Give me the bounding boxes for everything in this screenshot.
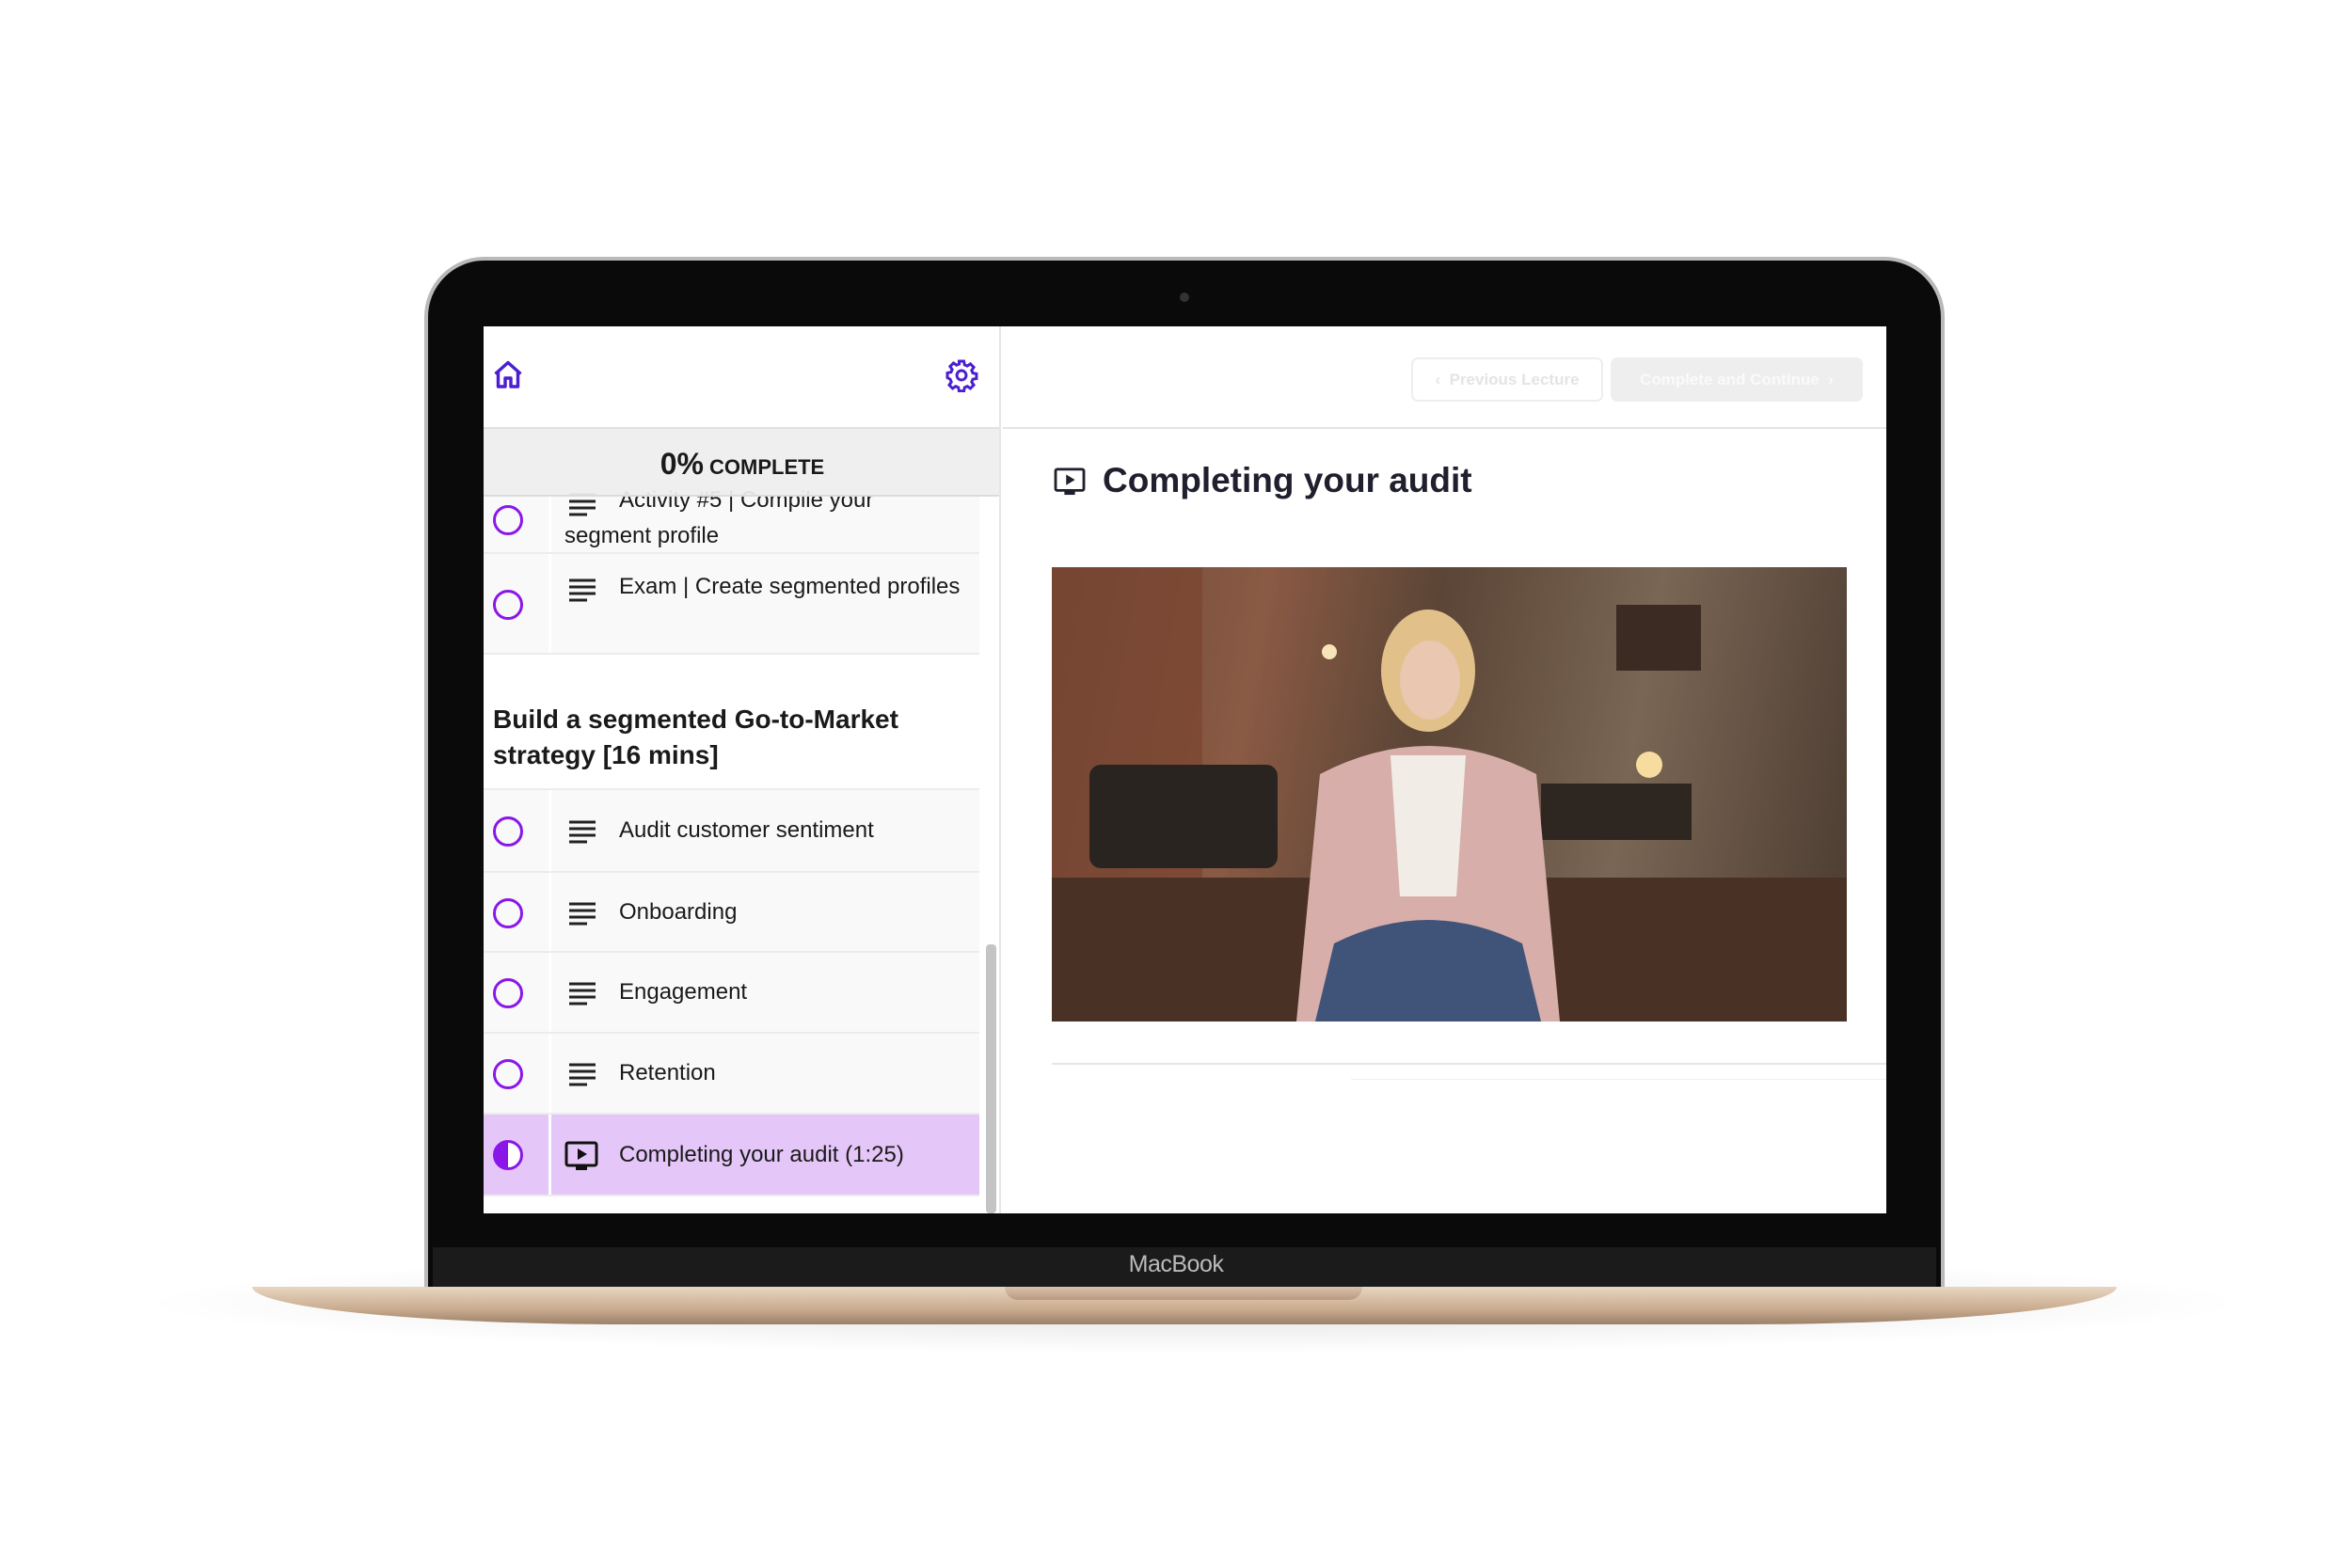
complete-continue-label: Complete and Continue [1640,371,1820,388]
video-icon [1054,467,1086,496]
course-sidebar: 0% COMPLETE Activity #5 | Compile your se… [484,326,1001,1213]
camera [1180,293,1189,302]
lecture-title: Completing your audit [1103,461,1472,499]
previous-lecture-label: Previous Lecture [1449,371,1580,388]
divider [548,1034,551,1113]
divider [1052,1063,1886,1065]
video-frame [1052,567,1847,1022]
divider [548,1115,551,1195]
previous-lecture-button[interactable]: ‹ Previous Lecture [1411,357,1603,402]
status-circle-icon [493,1059,523,1089]
lecture-item-active[interactable]: Completing your audit (1:25) [484,1115,979,1196]
section-heading: Build a segmented Go-to-Market strategy … [484,655,979,790]
sidebar-scrollbar[interactable] [986,944,996,1213]
screen: 0% COMPLETE Activity #5 | Compile your se… [484,326,1886,1213]
progress-percent: 0% [660,447,704,481]
progress-label: COMPLETE [709,455,825,479]
lecture-label: Engagement [619,979,748,1005]
progress-indicator: 0% COMPLETE [484,429,999,497]
sidebar-header [484,326,999,429]
divider [548,554,551,653]
lecture-item[interactable]: Onboarding [484,873,979,953]
gear-icon[interactable] [945,358,978,392]
lecture-label: Retention [619,1060,716,1085]
status-circle-icon [493,978,523,1008]
status-circle-icon [493,816,523,847]
lecture-label: Exam | Create segmented profiles [619,574,961,599]
lecture-label: Completing your audit (1:25) [619,1142,904,1167]
status-circle-icon [493,505,523,535]
video-player[interactable] [1052,567,1847,1022]
lecture-item[interactable]: Retention [484,1034,979,1115]
lecture-label: Audit customer sentiment [619,817,874,843]
home-icon[interactable] [491,358,525,392]
lecture-nav: ‹ Previous Lecture Complete and Continue… [1003,326,1886,429]
laptop-brand: MacBook [1128,1251,1224,1277]
divider [548,873,551,951]
divider [548,953,551,1032]
divider [548,790,551,871]
status-circle-icon [493,898,523,928]
lecture-content: ‹ Previous Lecture Complete and Continue… [1003,326,1886,1213]
status-circle-icon [493,590,523,620]
laptop-notch [1005,1287,1362,1300]
lecture-label: Onboarding [619,899,738,925]
complete-and-continue-button[interactable]: Complete and Continue › [1611,357,1863,402]
lecture-item[interactable]: Engagement [484,953,979,1034]
lecture-item[interactable]: Exam | Create segmented profiles [484,554,979,655]
lecture-item[interactable]: Audit customer sentiment [484,790,979,873]
divider [1351,1079,1886,1080]
half-complete-icon [493,1140,523,1170]
